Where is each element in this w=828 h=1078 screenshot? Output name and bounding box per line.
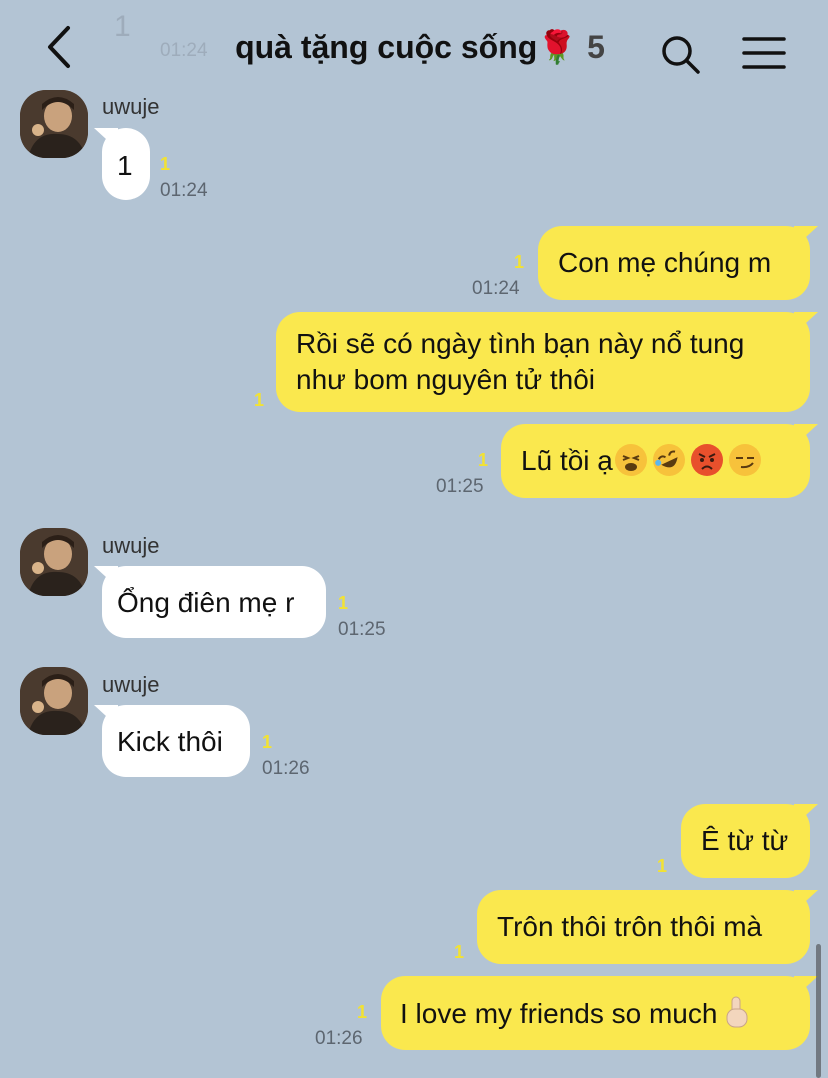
message-text: 1 [117, 150, 133, 181]
outgoing-message-bubble[interactable]: Ê từ từ [681, 804, 810, 878]
message-text: Ê từ từ [701, 825, 789, 856]
back-button[interactable] [40, 24, 80, 70]
outgoing-message-bubble[interactable]: Rồi sẽ có ngày tình bạn này nổ tung như … [276, 312, 810, 412]
message-text: Lũ tồi ạ [521, 445, 613, 476]
rolling-laughing-icon [647, 438, 691, 482]
outgoing-message-bubble[interactable]: Trôn thôi trôn thôi mà [477, 890, 810, 964]
message-text: Kick thôi [117, 726, 223, 757]
sender-avatar[interactable] [20, 667, 88, 735]
sender-avatar[interactable] [20, 528, 88, 596]
avatar-photo [20, 90, 88, 158]
read-count: 1 [657, 856, 668, 876]
sender-name: uwuje [102, 94, 160, 119]
message-time: 01:25 [338, 619, 386, 640]
outgoing-message-bubble[interactable]: Lũ tồi ạ [501, 424, 810, 498]
message-time: 01:26 [262, 758, 310, 779]
read-count: 1 [254, 390, 265, 410]
message-text: Con mẹ chúng m [558, 247, 772, 278]
incoming-message-bubble[interactable]: 1 [102, 128, 150, 200]
message-text-line-2: như bom nguyên tử thôi [296, 364, 596, 395]
hamburger-menu-icon [742, 37, 786, 69]
message-text-line-1: Rồi sẽ có ngày tình bạn này nổ tung [296, 328, 745, 359]
read-count: 1 [338, 593, 349, 613]
message-text: Trôn thôi trôn thôi mà [497, 911, 763, 942]
incoming-message-bubble[interactable]: Kick thôi [102, 705, 250, 777]
read-count: 1 [262, 732, 273, 752]
scrollbar[interactable] [816, 944, 821, 1078]
chevron-left-icon [48, 26, 70, 68]
outgoing-message-bubble[interactable]: Con mẹ chúng m [538, 226, 810, 300]
chat-title: quà tặng cuộc sống🌹 [235, 29, 578, 65]
hand-pointing-up-icon [721, 995, 753, 1028]
read-count: 1 [454, 942, 465, 962]
sender-avatar[interactable] [20, 90, 88, 158]
member-count: 5 [587, 28, 605, 65]
message-time: 01:26 [315, 1028, 363, 1049]
ghost-read-count: 1 [114, 10, 131, 43]
sender-name: uwuje [102, 533, 160, 558]
message-time: 01:24 [472, 278, 520, 299]
message-text: I love my friends so much [400, 998, 718, 1029]
smirk-face-icon [728, 444, 761, 476]
chat-header: 1 01:24 quà tặng cuộc sống🌹 5 [0, 0, 828, 90]
search-icon [662, 36, 700, 74]
message-time: 01:25 [436, 476, 484, 497]
tired-face-icon [614, 444, 647, 476]
read-count: 1 [357, 1002, 368, 1022]
read-count: 1 [514, 252, 525, 272]
ghost-time: 01:24 [160, 40, 208, 61]
read-count: 1 [478, 450, 489, 470]
menu-button[interactable] [742, 36, 786, 70]
outgoing-message-bubble[interactable]: I love my friends so much [381, 976, 810, 1050]
message-text: Ổng điên mẹ r [117, 587, 295, 618]
angry-face-icon [690, 444, 723, 476]
message-time: 01:24 [160, 180, 208, 201]
search-button[interactable] [660, 34, 702, 76]
avatar-photo [20, 667, 88, 735]
chat-title-area[interactable]: quà tặng cuộc sống🌹 5 [210, 24, 630, 70]
sender-name: uwuje [102, 672, 160, 697]
incoming-message-bubble[interactable]: Ổng điên mẹ r [102, 566, 326, 638]
avatar-photo [20, 528, 88, 596]
read-count: 1 [160, 154, 171, 174]
